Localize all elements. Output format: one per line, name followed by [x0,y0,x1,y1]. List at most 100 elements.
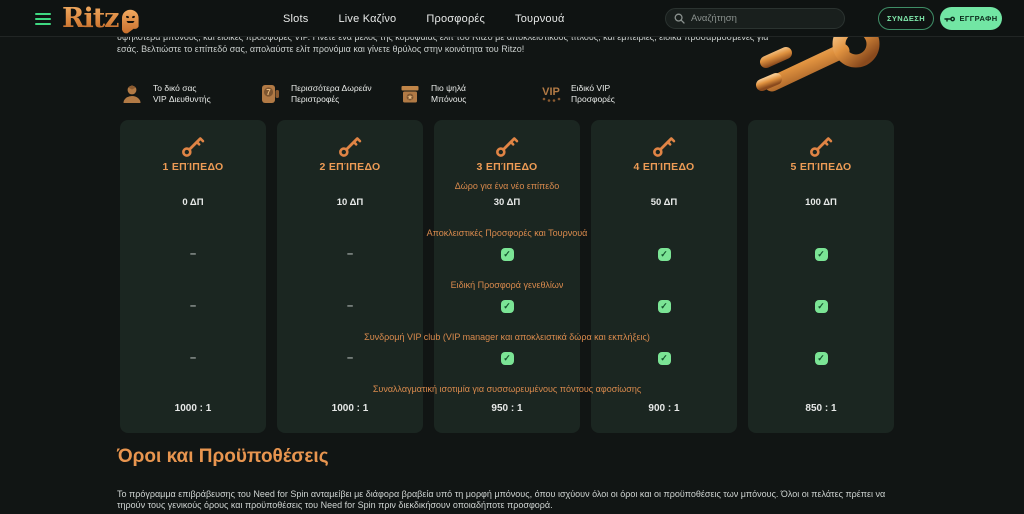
feature-cell [591,299,737,313]
feature-mark [815,300,828,313]
feature-cell: – [277,351,423,365]
vip-levels-table: 1 ΕΠΊΠΕΔΟ 0 ΔΠ – – – 1000 : 1 2 ΕΠΊΠΕΔΟ [120,120,894,433]
feature-cell: – [277,247,423,261]
perk-line1: Το δικό σας [153,83,196,93]
level-dp-value: 0 ΔΠ [120,197,266,208]
vip-manager-icon [120,82,144,106]
level-dp-value: 10 ΔΠ [277,197,423,208]
exchange-ratio: 900 : 1 [591,403,737,414]
feature-mark: – [190,352,196,364]
nav-item-live-casino[interactable]: Live Καζίνο [338,13,396,25]
feature-mark [658,248,671,261]
feature-mark [501,300,514,313]
feature-cell [591,247,737,261]
search-bar[interactable] [665,8,845,29]
feature-mark [501,352,514,365]
terms-title: Όροι και Προϋποθέσεις [117,446,329,468]
nav-item-slots[interactable]: Slots [283,13,308,25]
perk-label: Ειδικό VIP Προσφορές [571,83,615,105]
level-title: 2 ΕΠΊΠΕΔΟ [277,161,423,173]
perk-label: Πιο ψηλά Μπόνους [431,83,466,105]
vip-intro-line2: εσάς. Βελτιώστε το επίπεδό σας, απολαύστ… [117,43,909,55]
level-title: 1 ΕΠΊΠΕΔΟ [120,161,266,173]
nav-item-promotions[interactable]: Προσφορές [426,13,485,25]
feature-cell [748,299,894,313]
svg-text:★: ★ [407,94,413,102]
feature-cell: – [120,247,266,261]
ghost-mascot-icon [120,8,141,39]
search-icon [674,13,685,24]
exchange-ratio: 1000 : 1 [120,403,266,414]
exchange-ratio: 950 : 1 [434,403,580,414]
feature-mark [658,300,671,313]
exchange-ratio: 850 : 1 [748,403,894,414]
hamburger-menu-icon[interactable] [35,13,51,25]
feature-cell: – [277,299,423,313]
feature-cell [591,351,737,365]
feature-mark: – [347,352,353,364]
login-button[interactable]: ΣΥΝΔΕΣΗ [878,7,934,30]
feature-cell [748,247,894,261]
feature-mark: – [190,300,196,312]
free-spins-icon: 7 [258,82,282,106]
level-dp-value: 30 ΔΠ [434,197,580,208]
row-label-exclusive-offers: Αποκλειστικές Προσφορές και Τουρνουά [120,228,894,238]
key-icon [120,133,266,164]
key-icon [277,133,423,164]
perk-line1: Περισσότερα Δωρεάν [291,83,372,93]
perk-line2: VIP Διευθυντής [153,94,211,104]
feature-mark [501,248,514,261]
page: υψηλότερα μπόνους, και ειδικές προσφορές… [0,0,1024,514]
feature-mark: – [190,248,196,260]
main-nav: Slots Live Καζίνο Προσφορές Τουρνουά [283,0,565,37]
nav-item-tournaments[interactable]: Τουρνουά [515,13,565,25]
feature-cell: – [120,351,266,365]
svg-text:7: 7 [266,88,271,97]
perk-vip-manager: Το δικό σας VIP Διευθυντής [120,82,211,106]
feature-cell [434,299,580,313]
row-label-new-level-gift: Δώρο για ένα νέο επίπεδο [120,181,894,191]
feature-mark: – [347,248,353,260]
key-icon [748,133,894,164]
brand-logo-text: Ritz [62,2,119,36]
perk-vip-offers: VIP Ειδικό VIP Προσφορές [538,82,615,106]
brand-logo[interactable]: Ritz [62,2,141,42]
perk-line2: Μπόνους [431,94,466,104]
feature-mark [658,352,671,365]
row-label-birthday-offer: Ειδική Προσφορά γενεθλίων [120,280,894,290]
top-navbar: Ritz Slots Live Καζίνο Προσφορές Τουρνου… [0,0,1024,37]
perk-line1: Πιο ψηλά [431,83,466,93]
level-title: 3 ΕΠΊΠΕΔΟ [434,161,580,173]
key-icon [591,133,737,164]
perk-free-spins: 7 Περισσότερα Δωρεάν Περιστροφές [258,82,372,106]
feature-cell [434,351,580,365]
signup-label: ΕΓΓΡΑΦΗ [959,14,997,23]
svg-text:VIP: VIP [542,86,560,98]
signup-button[interactable]: ΕΓΓΡΑΦΗ [940,7,1002,30]
exchange-ratio: 1000 : 1 [277,403,423,414]
feature-mark [815,248,828,261]
terms-body: Το πρόγραμμα επιβράβευσης του Need for S… [117,489,909,511]
key-icon [434,133,580,164]
signup-key-icon [944,15,955,23]
level-title: 5 ΕΠΊΠΕΔΟ [748,161,894,173]
perk-line2: Προσφορές [571,94,615,104]
search-input[interactable] [691,13,831,24]
feature-cell: – [120,299,266,313]
level-dp-value: 100 ΔΠ [748,197,894,208]
feature-mark: – [347,300,353,312]
level-title: 4 ΕΠΊΠΕΔΟ [591,161,737,173]
row-label-exchange-rate: Συναλλαγματική ισοτιμία για συσσωρευμένο… [120,384,894,394]
feature-cell [434,247,580,261]
feature-mark [815,352,828,365]
perk-label: Περισσότερα Δωρεάν Περιστροφές [291,83,372,105]
perk-label: Το δικό σας VIP Διευθυντής [153,83,211,105]
feature-cell [748,351,894,365]
row-label-vip-club: Συνδρομή VIP club (VIP manager και αποκλ… [120,332,894,342]
perk-line1: Ειδικό VIP [571,83,610,93]
perk-higher-bonuses: ★ Πιο ψηλά Μπόνους [398,82,466,106]
perk-line2: Περιστροφές [291,94,339,104]
higher-bonuses-icon: ★ [398,82,422,106]
level-dp-value: 50 ΔΠ [591,197,737,208]
vip-offers-icon: VIP [538,82,562,106]
